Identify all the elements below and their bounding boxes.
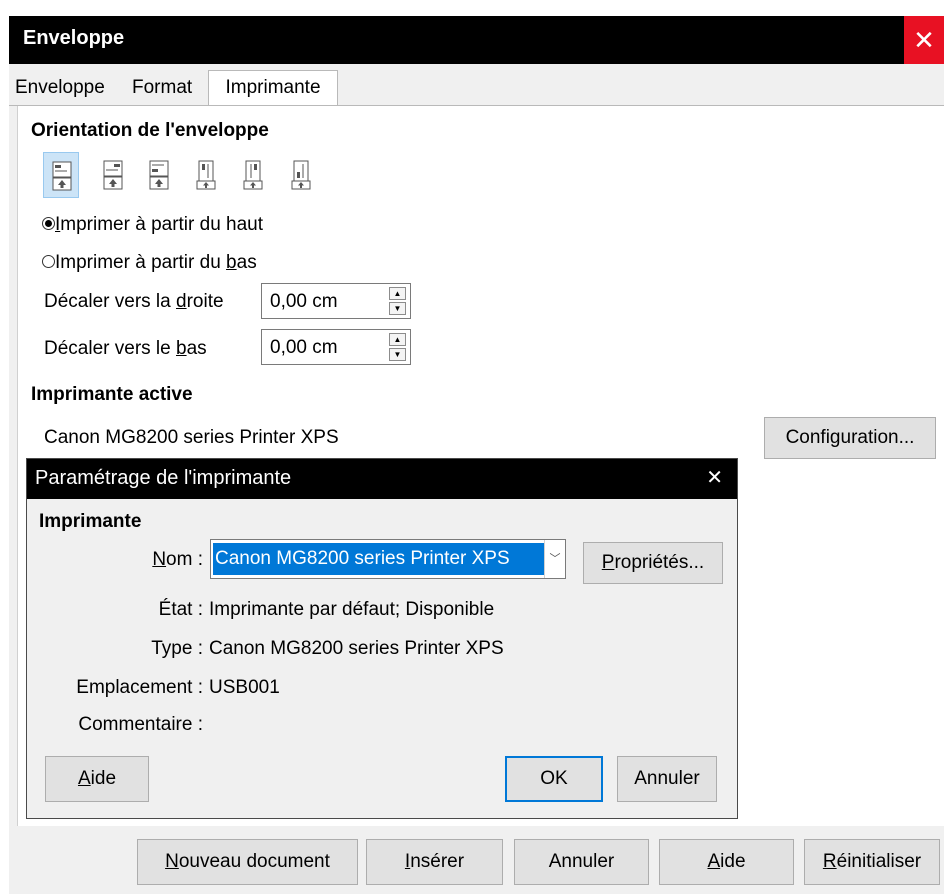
radio-print-top[interactable]: Imprimer à partir du haut [42,214,263,236]
printer-setup-dialog: Paramétrage de l'imprimante ✕ Imprimante… [26,458,738,819]
orientation-button-2[interactable] [95,152,131,198]
envelope-landscape-icon [52,161,72,191]
tab-imprimante[interactable]: Imprimante [208,70,338,107]
orientation-button-3[interactable] [141,152,177,198]
radio-selected-icon [42,217,55,230]
configuration-button[interactable]: Configuration... [764,417,936,459]
comment-label: Commentaire : [78,714,203,735]
properties-button[interactable]: Propriétés... [583,542,723,584]
active-printer-name: Canon MG8200 series Printer XPS [44,427,339,448]
envelope-portrait-icon [196,160,216,190]
cancel-button[interactable]: Annuler [617,756,717,802]
name-label: Nom : [152,549,203,570]
shift-down-value[interactable]: 0,00 cm [270,337,338,359]
envelope-portrait-icon [291,160,311,190]
status-label: État : [158,599,203,620]
envelope-landscape-icon [103,160,123,190]
orientation-button-5[interactable] [235,152,271,198]
envelope-landscape-icon [149,160,169,190]
printer-setup-title: Paramétrage de l'imprimante [35,467,292,489]
shift-right-spinner[interactable]: 0,00 cm ▲ ▼ [261,283,411,319]
shift-down-spinner[interactable]: 0,00 cm ▲ ▼ [261,329,411,365]
title-bar: Enveloppe ✕ [9,16,944,64]
tab-format[interactable]: Format [130,71,207,105]
tab-enveloppe[interactable]: Enveloppe [13,71,128,105]
help-button[interactable]: Aide [45,756,149,802]
location-label: Emplacement : [76,677,203,698]
close-icon[interactable]: ✕ [706,465,723,490]
shift-right-label: Décaler vers la droite [44,291,224,312]
printer-name-value: Canon MG8200 series Printer XPS [213,543,545,575]
shift-right-value[interactable]: 0,00 cm [270,291,338,313]
close-icon[interactable]: ✕ [904,16,944,64]
orientation-button-6[interactable] [283,152,319,198]
printer-section-heading: Imprimante [39,511,142,532]
orientation-button-4[interactable] [188,152,224,198]
spin-up-icon[interactable]: ▲ [389,333,406,346]
insert-button[interactable]: Insérer [366,839,503,885]
main-cancel-button[interactable]: Annuler [514,839,649,885]
printer-setup-titlebar: Paramétrage de l'imprimante ✕ [27,459,737,499]
radio-print-bottom[interactable]: Imprimer à partir du bas [42,252,257,274]
envelope-portrait-icon [243,160,263,190]
radio-unselected-icon [42,255,55,268]
printer-name-select[interactable]: Canon MG8200 series Printer XPS ﹀ [210,539,566,579]
type-value: Canon MG8200 series Printer XPS [209,638,504,659]
shift-down-label: Décaler vers le bas [44,338,207,359]
ok-button[interactable]: OK [505,756,603,802]
spin-down-icon[interactable]: ▼ [389,348,406,361]
type-label: Type : [151,638,203,659]
spin-down-icon[interactable]: ▼ [389,302,406,315]
orientation-heading: Orientation de l'enveloppe [31,120,269,141]
new-document-button[interactable]: Nouveau document [137,839,358,885]
orientation-button-1[interactable] [43,152,79,198]
window-title: Enveloppe [23,27,125,49]
active-printer-heading: Imprimante active [31,384,193,405]
status-value: Imprimante par défaut; Disponible [209,599,495,620]
reset-button[interactable]: Réinitialiser [804,839,940,885]
chevron-down-icon[interactable]: ﹀ [544,540,565,578]
location-value: USB001 [209,677,280,698]
spin-up-icon[interactable]: ▲ [389,287,406,300]
main-help-button[interactable]: Aide [659,839,794,885]
